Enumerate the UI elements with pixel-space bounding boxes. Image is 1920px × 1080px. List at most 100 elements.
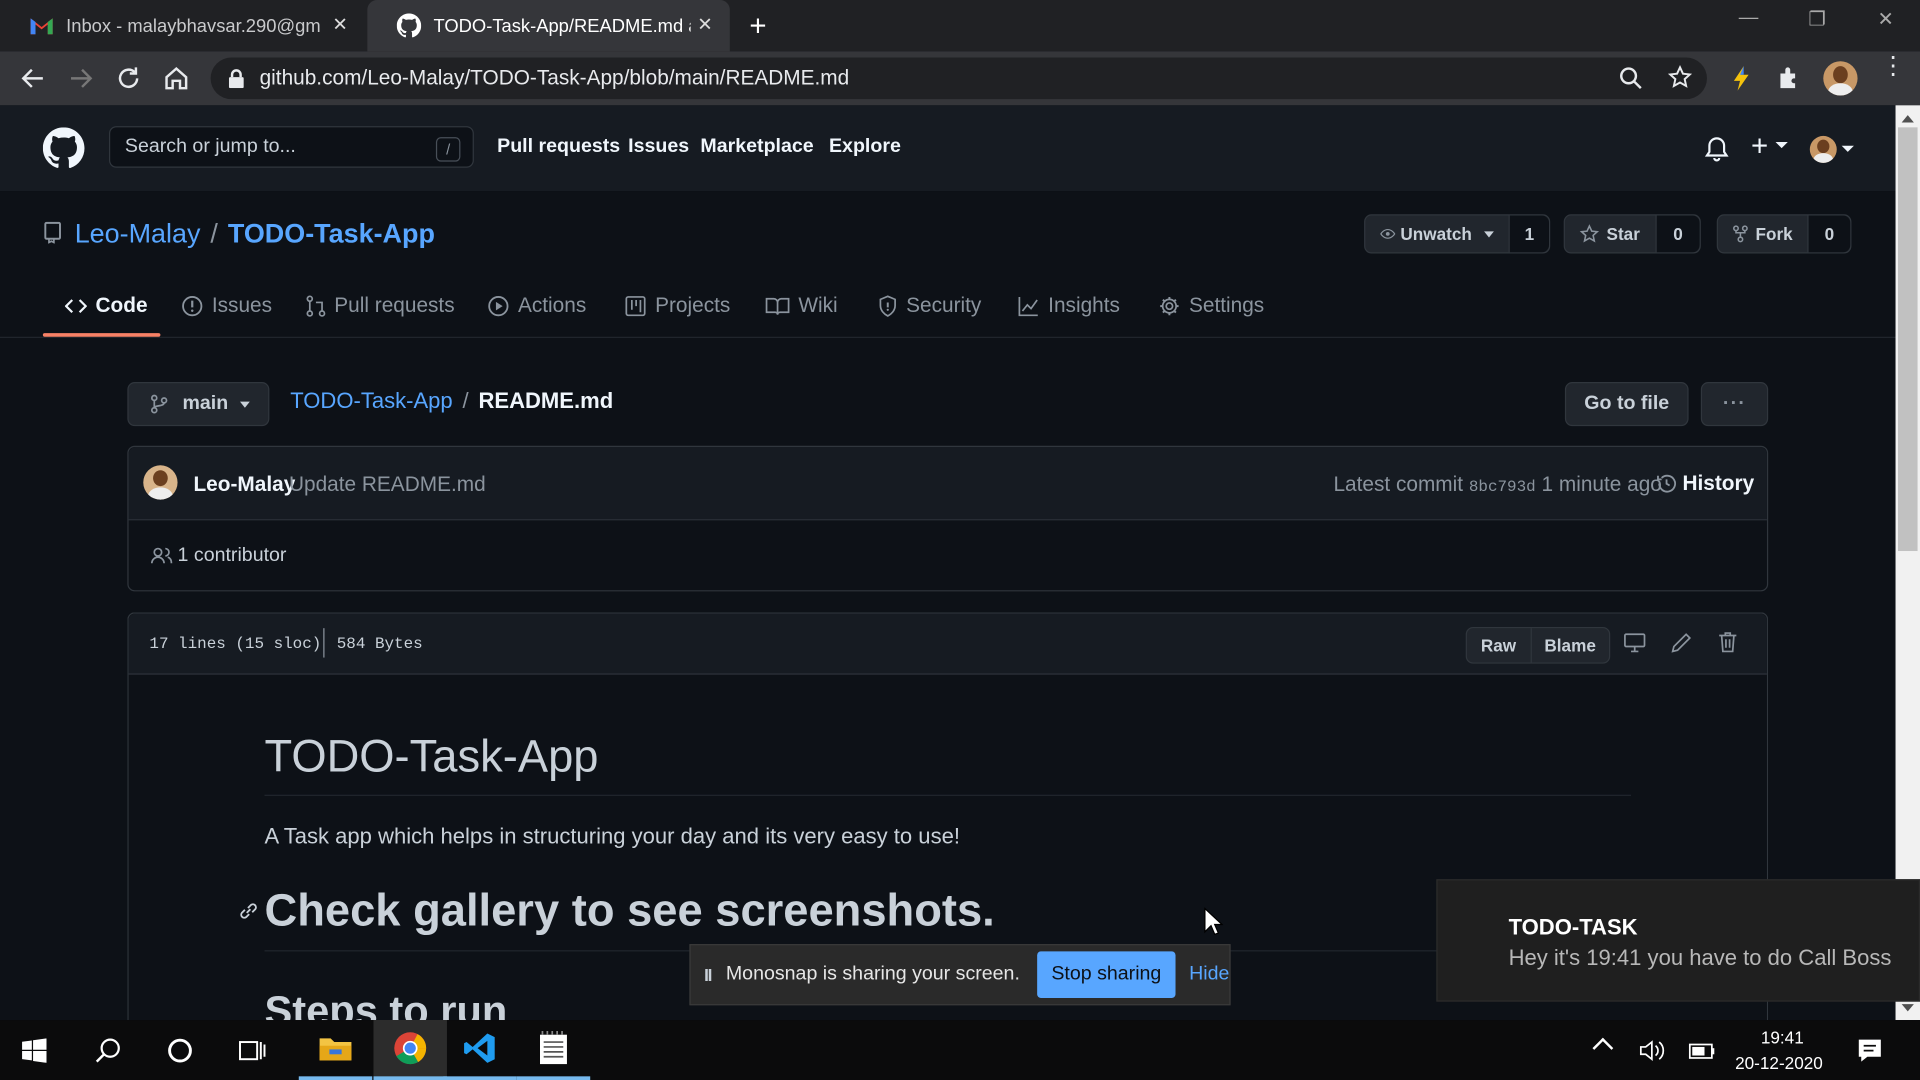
sharing-status-text: Monosnap is sharing your screen. — [725, 963, 1020, 985]
raw-button[interactable]: Raw — [1467, 628, 1532, 663]
nav-marketplace[interactable]: Marketplace — [700, 136, 813, 158]
nav-issues[interactable]: Issues — [628, 136, 689, 158]
close-window-icon[interactable]: ✕ — [1871, 7, 1900, 36]
repo-breadcrumb: Leo-Malay / TODO-Task-App — [75, 218, 435, 250]
tab-label: Pull requests — [334, 293, 455, 318]
watch-count[interactable]: 1 — [1509, 215, 1549, 253]
create-new-plus-icon[interactable]: + — [1751, 130, 1768, 164]
fork-count[interactable]: 0 — [1808, 215, 1851, 253]
github-logo-icon[interactable] — [42, 127, 85, 169]
notifications-bell-icon[interactable] — [1704, 136, 1729, 163]
tab-actions[interactable]: Actions — [487, 294, 586, 318]
tab-wiki[interactable]: Wiki — [765, 294, 838, 318]
search-input[interactable]: Search or jump to... / — [108, 126, 474, 168]
vscode-icon — [464, 1033, 495, 1063]
blame-button[interactable]: Blame — [1531, 628, 1609, 662]
pencil-edit-icon[interactable] — [1670, 632, 1692, 654]
tab-issues[interactable]: Issues — [181, 294, 272, 318]
browser-menu-icon[interactable]: ⋮ — [1881, 54, 1905, 78]
restore-icon[interactable]: ❐ — [1802, 7, 1831, 36]
show-hidden-icons-chevron-icon[interactable] — [1592, 1037, 1614, 1059]
fork-button-group: Fork 0 — [1716, 214, 1852, 254]
tab-gmail[interactable]: Inbox - malaybhavsar.290@gmail.com ✕ — [0, 0, 365, 51]
search-icon[interactable] — [95, 1037, 123, 1064]
trash-delete-icon[interactable] — [1718, 631, 1738, 653]
repo-name-link[interactable]: TODO-Task-App — [228, 218, 435, 249]
close-tab-icon[interactable]: ✕ — [332, 13, 347, 36]
hide-button[interactable]: Hide — [1189, 964, 1229, 986]
branch-select[interactable]: main — [127, 382, 270, 427]
commit-hash[interactable]: 8bc793d — [1469, 478, 1536, 496]
commit-author-avatar[interactable] — [143, 465, 178, 500]
new-tab-button[interactable]: + — [749, 10, 766, 44]
star-button[interactable]: Star — [1565, 215, 1657, 253]
tab-insights[interactable]: Insights — [1018, 294, 1120, 318]
toast-notification[interactable]: TODO-TASK Hey it's 19:41 you have to do … — [1436, 879, 1920, 1002]
extension-bolt-icon[interactable] — [1727, 64, 1756, 93]
anchor-link-icon[interactable] — [238, 900, 260, 922]
volume-icon[interactable] — [1638, 1038, 1667, 1062]
breadcrumb-repo-link[interactable]: TODO-Task-App — [290, 388, 452, 412]
file-explorer-app[interactable] — [298, 1020, 373, 1080]
tab-projects[interactable]: Projects — [624, 294, 730, 318]
branch-caret-icon — [240, 401, 251, 408]
readme-gallery-heading: Check gallery to see screenshots. — [264, 885, 995, 936]
fork-button[interactable]: Fork — [1718, 215, 1809, 253]
more-options-button[interactable]: ··· — [1700, 382, 1769, 427]
nav-explore[interactable]: Explore — [829, 136, 901, 158]
tab-label: Security — [906, 293, 982, 318]
tab-pull-requests[interactable]: Pull requests — [306, 294, 455, 318]
scrollbar-thumb[interactable] — [1897, 127, 1918, 552]
windows-start-icon[interactable] — [22, 1038, 47, 1063]
close-tab-icon[interactable]: ✕ — [697, 13, 712, 36]
forward-icon[interactable] — [66, 64, 95, 93]
unwatch-button[interactable]: Unwatch — [1365, 215, 1510, 253]
commit-author[interactable]: Leo-Malay — [193, 473, 295, 497]
clock-date[interactable]: 20-12-2020 — [1735, 1053, 1823, 1073]
profile-avatar[interactable] — [1823, 61, 1858, 96]
tab-security[interactable]: Security — [878, 294, 981, 318]
desktop-icon[interactable] — [1624, 632, 1646, 654]
star-count[interactable]: 0 — [1656, 215, 1700, 253]
action-center-icon[interactable] — [1856, 1037, 1883, 1064]
scroll-down-icon[interactable] — [1901, 1004, 1914, 1012]
eye-icon — [1380, 228, 1396, 239]
cortana-icon[interactable] — [167, 1037, 194, 1064]
minimize-icon[interactable]: — — [1734, 7, 1763, 36]
chrome-app[interactable] — [373, 1020, 447, 1080]
tab-label: Settings — [1188, 293, 1265, 318]
scroll-up-icon[interactable] — [1901, 115, 1914, 123]
zoom-icon[interactable] — [1619, 66, 1643, 90]
task-view-icon[interactable] — [238, 1037, 267, 1064]
tab-code[interactable]: Code — [64, 294, 148, 318]
repo-icon — [44, 221, 61, 244]
notepad-app[interactable] — [516, 1020, 591, 1080]
clock-time[interactable]: 19:41 — [1761, 1027, 1804, 1047]
contributors-link[interactable]: 1 contributor — [150, 545, 286, 567]
commit-message[interactable]: Update README.md — [289, 473, 486, 497]
github-header: Search or jump to... / Pull requests Iss… — [0, 105, 1896, 192]
reload-icon[interactable] — [114, 64, 143, 93]
breadcrumb-separator: / — [210, 217, 218, 249]
back-icon[interactable] — [18, 64, 47, 93]
go-to-file-button[interactable]: Go to file — [1564, 382, 1689, 427]
address-bar[interactable]: github.com/Leo-Malay/TODO-Task-App/blob/… — [210, 57, 1707, 100]
branch-name: main — [182, 393, 229, 414]
readme-title: TODO-Task-App — [264, 731, 599, 782]
history-label: History — [1682, 471, 1755, 495]
battery-icon[interactable] — [1687, 1037, 1716, 1064]
nav-pull-requests[interactable]: Pull requests — [497, 136, 620, 158]
pause-icon[interactable]: II — [704, 965, 712, 985]
user-menu-caret-icon[interactable] — [1841, 145, 1854, 152]
stop-sharing-button[interactable]: Stop sharing — [1037, 951, 1176, 998]
repo-owner-link[interactable]: Leo-Malay — [75, 218, 201, 249]
home-icon[interactable] — [162, 64, 191, 93]
notification-body: Hey it's 19:41 you have to do Call Boss — [1508, 945, 1892, 970]
tab-settings[interactable]: Settings — [1158, 294, 1264, 318]
history-button[interactable]: History — [1656, 471, 1755, 495]
tab-github[interactable]: TODO-Task-App/README.md at main ✕ — [367, 0, 730, 52]
bookmark-star-icon[interactable] — [1667, 65, 1693, 89]
user-avatar[interactable] — [1809, 135, 1837, 163]
vscode-app[interactable] — [443, 1020, 517, 1080]
extensions-puzzle-icon[interactable] — [1776, 64, 1805, 93]
